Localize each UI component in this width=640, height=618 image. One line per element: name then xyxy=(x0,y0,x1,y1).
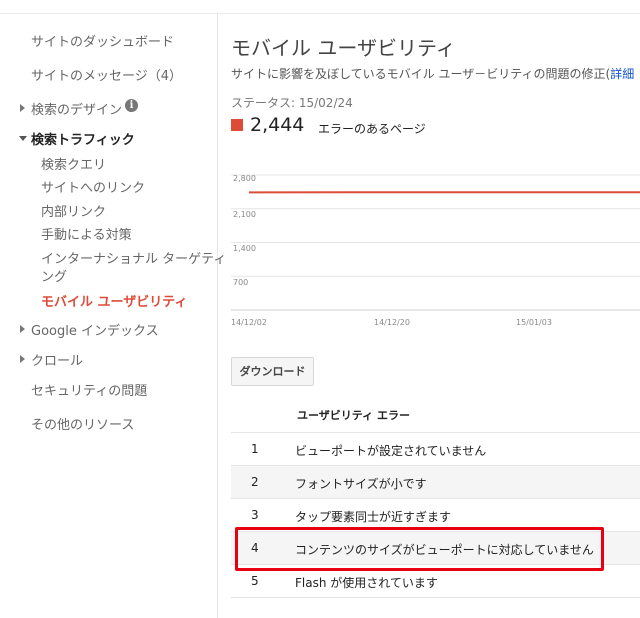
x-tick-label: 14/12/02 xyxy=(231,318,267,327)
chevron-right-icon[interactable] xyxy=(20,325,25,333)
chevron-down-icon[interactable] xyxy=(19,136,27,141)
sidebar-item-international-targeting-cont[interactable]: ング xyxy=(41,266,67,285)
row-number: 5 xyxy=(251,574,259,588)
x-tick-label: 15/01/03 xyxy=(516,318,552,327)
sidebar-item-international-targeting[interactable]: インターナショナル ターゲティ xyxy=(41,248,226,267)
table-row[interactable]: 1 ビューポートが設定されていません xyxy=(231,432,640,466)
sidebar-item-security-issues[interactable]: セキュリティの問題 xyxy=(31,380,147,399)
sidebar-item-google-index[interactable]: Google インデックス xyxy=(20,320,159,339)
sidebar-item-label: 検索のデザイン xyxy=(31,103,123,118)
row-number: 2 xyxy=(251,475,259,489)
sidebar-item-links-to-site[interactable]: サイトへのリンク xyxy=(41,177,145,196)
legend-swatch xyxy=(231,119,243,131)
y-tick-label: 700 xyxy=(233,278,249,287)
row-number: 3 xyxy=(251,508,259,522)
sidebar-item-dashboard[interactable]: サイトのダッシュボード xyxy=(31,31,174,50)
sidebar-item-other-resources[interactable]: その他のリソース xyxy=(31,414,134,433)
sidebar-item-label: クロール xyxy=(31,354,84,369)
highlight-annotation-box xyxy=(235,527,604,571)
sidebar-item-crawl[interactable]: クロール xyxy=(20,350,84,369)
chevron-right-icon[interactable] xyxy=(20,104,25,112)
sidebar-item-search-queries[interactable]: 検索クエリ xyxy=(41,154,106,173)
error-chart: 2,800 2,100 1,400 700 14/12/02 14/12/20 … xyxy=(231,166,640,336)
sidebar-item-internal-links[interactable]: 内部リンク xyxy=(41,201,106,220)
y-tick-label: 2,100 xyxy=(233,210,256,219)
chevron-right-icon[interactable] xyxy=(20,355,25,363)
sidebar-item-search-appearance[interactable]: 検索のデザイン xyxy=(20,99,123,118)
page-description: サイトに影響を及ぼしているモバイル ユーザ－ビリティの問題の修正(詳細 xyxy=(231,65,634,82)
sidebar-item-search-traffic[interactable]: 検索トラフィック xyxy=(19,129,135,148)
table-bottom-divider xyxy=(231,597,640,598)
download-button[interactable]: ダウンロード xyxy=(231,357,314,386)
row-text[interactable]: タップ要素同士が近すぎます xyxy=(295,508,451,525)
y-tick-label: 2,800 xyxy=(233,174,256,183)
status-date: ステータス: 15/02/24 xyxy=(231,96,353,110)
sidebar-item-messages[interactable]: サイトのメッセージ（4） xyxy=(31,65,182,84)
error-count: 2,444 xyxy=(250,114,305,136)
sidebar-item-label: Google インデックス xyxy=(31,324,159,339)
y-tick-label: 1,400 xyxy=(233,244,256,253)
sidebar-item-manual-actions[interactable]: 手動による対策 xyxy=(41,224,132,243)
details-link[interactable]: 詳細 xyxy=(610,67,634,81)
sidebar-item-label: 検索トラフィック xyxy=(31,133,135,148)
error-count-label: エラーのあるページ xyxy=(318,122,426,136)
info-icon[interactable]: i xyxy=(125,99,138,112)
chart-canvas xyxy=(231,174,640,311)
row-number: 1 xyxy=(251,442,259,456)
row-text[interactable]: フォントサイズが小です xyxy=(295,475,427,492)
table-header: ユーザビリティ エラー xyxy=(297,409,410,422)
table-row[interactable]: 2 フォントサイズが小です xyxy=(231,465,640,499)
row-text[interactable]: ビューポートが設定されていません xyxy=(295,442,486,459)
description-text: サイトに影響を及ぼしているモバイル ユーザ－ビリティの問題の修正( xyxy=(231,67,611,81)
sidebar-item-mobile-usability[interactable]: モバイル ユーザビリティ xyxy=(41,291,188,310)
sidebar-divider xyxy=(217,14,218,618)
row-text[interactable]: Flash が使用されています xyxy=(295,574,438,591)
x-tick-label: 14/12/20 xyxy=(374,318,410,327)
page-title: モバイル ユーザビリティ xyxy=(231,36,456,60)
